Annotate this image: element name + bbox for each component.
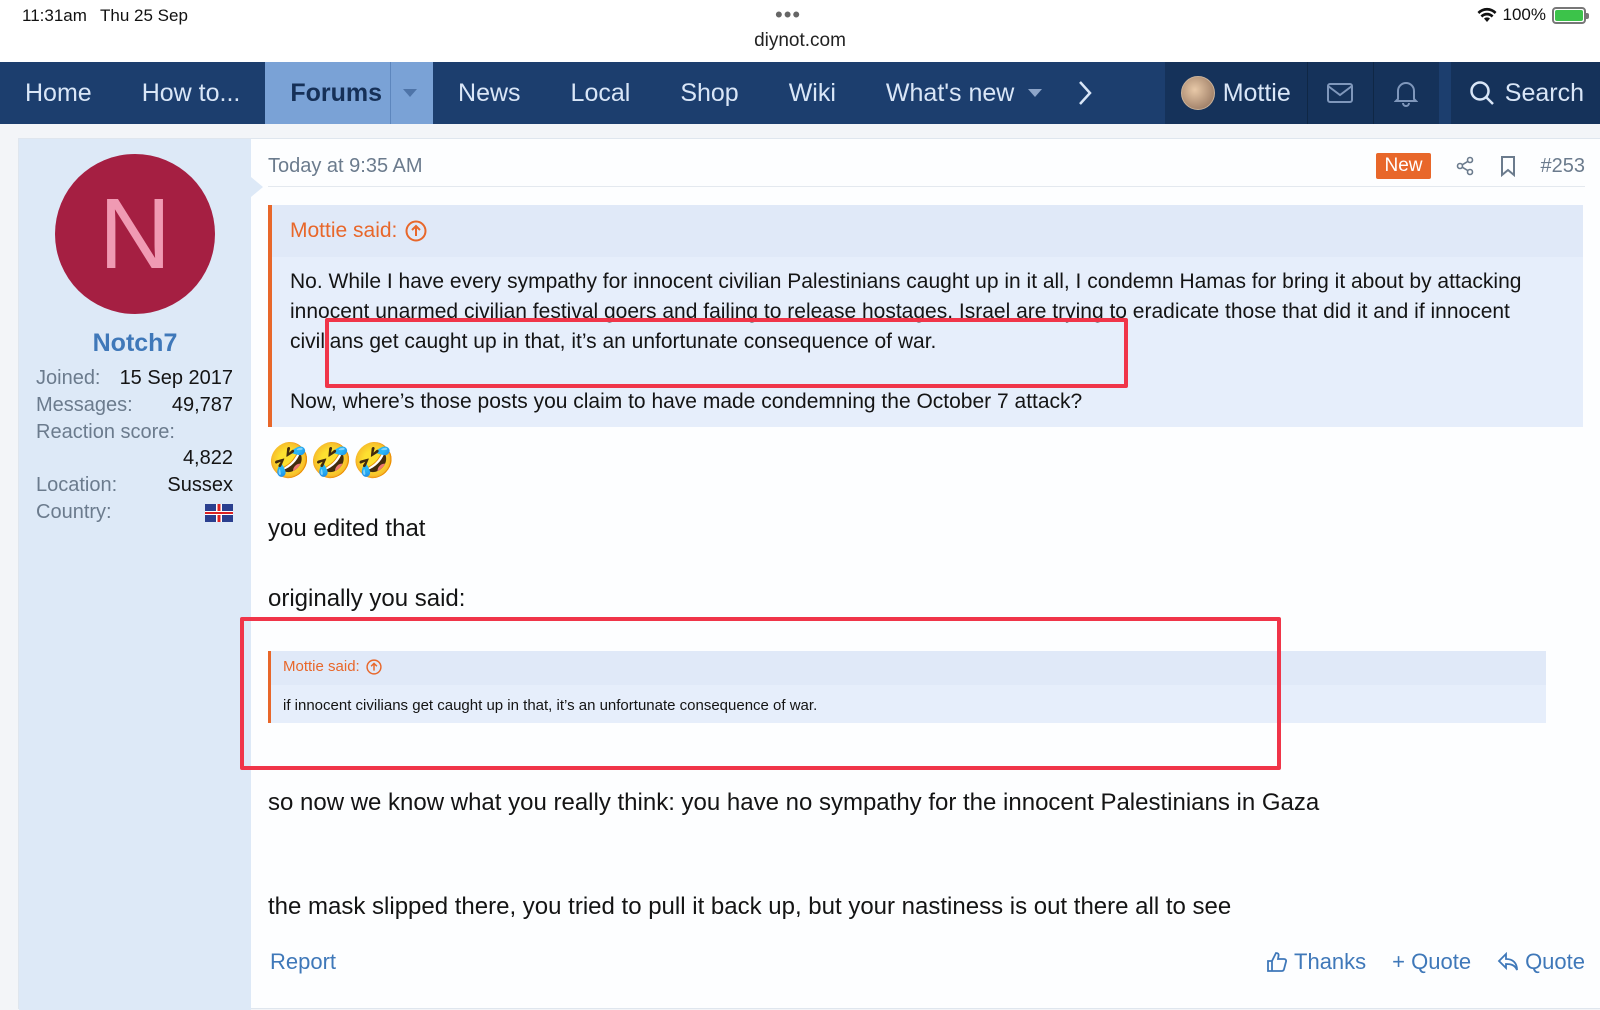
- location-label: Location:: [36, 474, 118, 496]
- nav-forums-label: Forums: [290, 78, 383, 107]
- thumbs-up-icon: [1267, 952, 1288, 972]
- bookmark-icon[interactable]: [1499, 155, 1517, 177]
- arrow-up-circle-icon[interactable]: [405, 220, 427, 242]
- quote-paragraph: Now, where’s those posts you claim to ha…: [290, 390, 1083, 413]
- new-badge: New: [1376, 153, 1431, 179]
- author-joined: Joined: 15 Sep 2017: [36, 367, 233, 390]
- post-text: the mask slipped there, you tried to pul…: [268, 893, 1232, 920]
- reaction-label: Reaction score:: [36, 421, 175, 443]
- blockquote: Mottie said: No. While I have every symp…: [268, 205, 1583, 427]
- uk-flag-icon: [205, 503, 233, 522]
- author-country: Country:: [36, 501, 233, 524]
- quote-attribution[interactable]: Mottie said:: [290, 219, 427, 243]
- joined-label: Joined:: [36, 367, 101, 389]
- nav-home[interactable]: Home: [0, 62, 117, 124]
- location-value[interactable]: Sussex: [167, 474, 233, 497]
- account-name: Mottie: [1222, 78, 1291, 107]
- post-action-buttons: Thanks + Quote Quote: [1266, 949, 1585, 975]
- highlight-annotation-box: [325, 318, 1128, 388]
- meta-divider: [268, 186, 1585, 187]
- address-bar[interactable]: diynot.com: [0, 30, 1600, 52]
- nav-whats-new-label: What's new: [885, 78, 1015, 107]
- author-messages: Messages: 49,787: [36, 394, 233, 417]
- chevron-right-icon: [1079, 81, 1093, 105]
- author-location: Location: Sussex: [36, 474, 233, 497]
- nav-user-area: Mottie Search: [1164, 62, 1600, 124]
- quote-header-band: [272, 205, 1583, 257]
- reply-icon: [1497, 952, 1518, 971]
- chevron-down-icon[interactable]: [1028, 89, 1043, 97]
- nav-news[interactable]: News: [433, 62, 546, 124]
- messages-label: Messages:: [36, 394, 133, 416]
- battery-icon: [1552, 6, 1589, 24]
- reaction-value: 4,822: [182, 447, 233, 469]
- search-button[interactable]: Search: [1450, 62, 1600, 124]
- envelope-icon: [1327, 83, 1354, 103]
- chevron-down-icon: [403, 89, 418, 97]
- thanks-label: Thanks: [1294, 949, 1367, 974]
- account-menu[interactable]: Mottie: [1164, 62, 1307, 124]
- emoji-reaction-text: 🤣🤣🤣: [268, 442, 396, 480]
- search-icon: [1470, 81, 1494, 105]
- nav-forums[interactable]: Forums: [265, 62, 434, 124]
- search-label: Search: [1504, 78, 1584, 107]
- forums-dropdown-toggle[interactable]: [390, 62, 433, 124]
- nav-wiki[interactable]: Wiki: [764, 62, 861, 124]
- browser-status-bar: 11:31am Thu 25 Sep ••• diynot.com 100%: [0, 0, 1600, 62]
- post-actions: Report Thanks + Quote Quote: [268, 949, 1585, 979]
- multi-quote-button[interactable]: + Quote: [1392, 949, 1471, 975]
- nav-whats-new[interactable]: What's new: [861, 62, 1067, 124]
- post-number[interactable]: #253: [1541, 155, 1586, 178]
- country-label: Country:: [36, 501, 112, 523]
- wifi-icon: [1477, 7, 1497, 22]
- main-nav: Home How to... Forums News Local Shop Wi…: [0, 62, 1600, 124]
- post-author-panel: N Notch7 Joined: 15 Sep 2017 Messages: 4…: [19, 139, 251, 1010]
- more-dots-icon[interactable]: •••: [775, 2, 801, 28]
- post-timestamp[interactable]: Today at 9:35 AM: [268, 155, 423, 178]
- quote-label: Quote: [1525, 949, 1585, 974]
- author-reaction-score-label-row: Reaction score:: [36, 421, 233, 444]
- author-panel-pointer: [251, 177, 263, 197]
- share-icon[interactable]: [1455, 156, 1475, 176]
- author-reaction-score: 4,822: [36, 447, 233, 470]
- avatar: [1180, 76, 1215, 110]
- nav-how-to[interactable]: How to...: [117, 62, 266, 124]
- status-time: 11:31am: [22, 6, 87, 25]
- status-indicators: 100%: [1477, 5, 1589, 25]
- author-username[interactable]: Notch7: [19, 329, 251, 358]
- status-date: Thu 25 Sep: [100, 6, 188, 25]
- joined-value: 15 Sep 2017: [119, 367, 233, 389]
- forum-post: N Notch7 Joined: 15 Sep 2017 Messages: 4…: [18, 138, 1600, 1010]
- reply-quote-button[interactable]: Quote: [1497, 949, 1585, 975]
- post-meta-actions: New #253: [1376, 153, 1585, 179]
- report-link[interactable]: Report: [270, 949, 336, 975]
- post-content: Today at 9:35 AM New #253 Mottie said: N…: [268, 139, 1600, 1010]
- author-avatar[interactable]: N: [55, 154, 215, 314]
- alerts-button[interactable]: [1372, 62, 1439, 124]
- quote-author: Mottie said:: [290, 219, 398, 242]
- post-text: originally you said:: [268, 585, 466, 612]
- bell-icon: [1394, 82, 1419, 107]
- messages-value[interactable]: 49,787: [172, 394, 233, 417]
- post-text: so now we know what you really think: yo…: [268, 789, 1320, 816]
- post-text: you edited that: [268, 515, 426, 542]
- nav-shop[interactable]: Shop: [655, 62, 763, 124]
- nav-local[interactable]: Local: [546, 62, 656, 124]
- nav-scroll-right[interactable]: [1067, 62, 1103, 124]
- thanks-button[interactable]: Thanks: [1266, 949, 1366, 975]
- battery-percent: 100%: [1502, 5, 1546, 24]
- inbox-button[interactable]: [1306, 62, 1373, 124]
- highlight-annotation-box: [240, 617, 1281, 770]
